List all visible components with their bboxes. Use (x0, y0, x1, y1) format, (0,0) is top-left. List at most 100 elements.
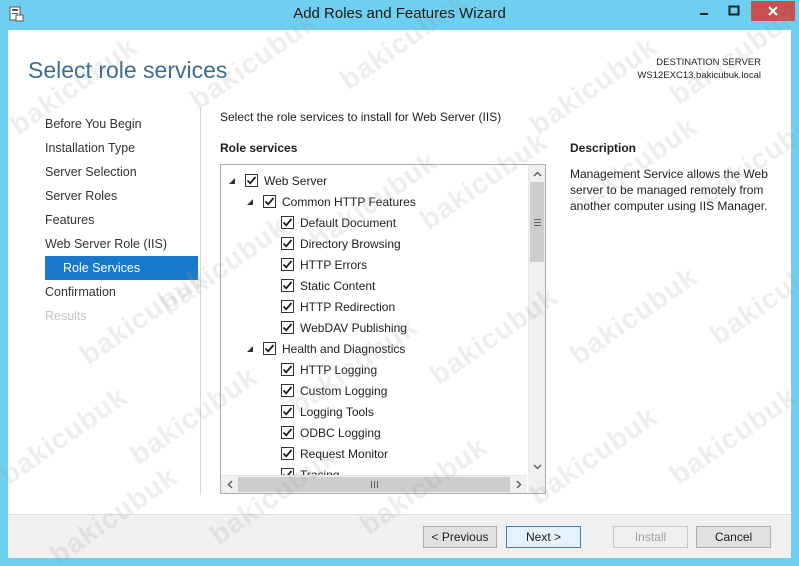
checkmark-icon (264, 344, 275, 353)
tree-item[interactable]: Static Content (281, 275, 375, 296)
checkbox[interactable] (281, 363, 294, 376)
tree-item-label: HTTP Errors (300, 257, 368, 272)
tree-item[interactable]: Directory Browsing (281, 233, 401, 254)
wizard-footer: < Previous Next > Install Cancel (8, 514, 791, 558)
role-services-tree[interactable]: Web Server Common HTTP Features Default Do… (220, 164, 546, 494)
maximize-button[interactable] (720, 1, 747, 21)
nav-item-results: Results (45, 309, 87, 323)
nav-item-server-roles[interactable]: Server Roles (45, 184, 198, 208)
vertical-scrollbar[interactable] (528, 165, 545, 475)
checkbox[interactable] (281, 405, 294, 418)
expand-collapse-icon[interactable] (227, 176, 237, 186)
tree-item-label: Custom Logging (300, 383, 388, 398)
tree-item[interactable]: HTTP Redirection (281, 296, 395, 317)
instruction-text: Select the role services to install for … (220, 110, 502, 124)
tree-item[interactable]: Health and Diagnostics (245, 338, 405, 359)
nav-item-web-server-role[interactable]: Web Server Role (IIS) (45, 232, 198, 256)
checkmark-icon (282, 281, 293, 290)
destination-server-name: WS12EXC13.bakicubuk.local (637, 70, 761, 81)
checkbox[interactable] (281, 468, 294, 475)
tree-item-label: Health and Diagnostics (282, 341, 406, 356)
wizard-window: Add Roles and Features Wizard Select rol… (0, 0, 799, 566)
page-title: Select role services (28, 57, 228, 83)
role-services-header: Role services (220, 141, 298, 155)
tree-item[interactable]: Default Document (281, 212, 396, 233)
tree-item[interactable]: ODBC Logging (281, 422, 381, 443)
nav-item-before-you-begin[interactable]: Before You Begin (45, 112, 198, 136)
checkmark-icon (282, 218, 293, 227)
checkmark-icon (282, 302, 293, 311)
wizard-client-area: Select role services DESTINATION SERVER … (8, 30, 791, 558)
chevron-left-icon (226, 480, 233, 489)
tree-item[interactable]: Logging Tools (281, 401, 374, 422)
tree-item-label: Static Content (300, 278, 376, 293)
tree-item-label: HTTP Redirection (300, 299, 396, 314)
tree-item[interactable]: Web Server (227, 170, 327, 191)
tree-item-label: Default Document (300, 215, 397, 230)
checkmark-icon (282, 365, 293, 374)
checkbox[interactable] (281, 321, 294, 334)
checkbox[interactable] (281, 426, 294, 439)
tree-item[interactable]: Custom Logging (281, 380, 387, 401)
tree-item[interactable]: HTTP Errors (281, 254, 367, 275)
checkbox[interactable] (281, 300, 294, 313)
checkmark-icon (282, 407, 293, 416)
nav-item-features[interactable]: Features (45, 208, 198, 232)
tree-item[interactable]: Common HTTP Features (245, 191, 416, 212)
maximize-icon (728, 5, 739, 16)
horizontal-scroll-thumb[interactable] (238, 477, 510, 492)
scroll-right-button[interactable] (510, 476, 527, 493)
checkbox[interactable] (263, 195, 276, 208)
checkmark-icon (282, 386, 293, 395)
checkmark-icon (264, 197, 275, 206)
destination-label: DESTINATION SERVER (656, 57, 761, 68)
checkbox[interactable] (245, 174, 258, 187)
checkbox[interactable] (281, 447, 294, 460)
nav-item-installation-type[interactable]: Installation Type (45, 136, 198, 160)
checkmark-icon (282, 428, 293, 437)
title-bar[interactable]: Add Roles and Features Wizard (0, 0, 799, 30)
grip-icon (371, 481, 378, 488)
expand-collapse-icon[interactable] (245, 344, 255, 354)
tree-item[interactable]: Request Monitor (281, 443, 388, 464)
tree-item[interactable]: HTTP Logging (281, 359, 377, 380)
checkbox[interactable] (281, 384, 294, 397)
checkbox[interactable] (281, 216, 294, 229)
previous-button[interactable]: < Previous (423, 526, 497, 548)
destination-server: DESTINATION SERVER WS12EXC13.bakicubuk.l… (637, 56, 761, 82)
wizard-nav: Before You Begin Installation Type Serve… (45, 112, 198, 328)
nav-item-server-selection[interactable]: Server Selection (45, 160, 198, 184)
tree-item-label: Common HTTP Features (282, 194, 416, 209)
chevron-up-icon (533, 170, 542, 177)
tree-item[interactable]: WebDAV Publishing (281, 317, 407, 338)
minimize-icon (699, 13, 708, 15)
close-button[interactable] (751, 1, 795, 21)
horizontal-scrollbar[interactable] (221, 475, 527, 493)
scroll-up-button[interactable] (529, 165, 545, 182)
window-title: Add Roles and Features Wizard (293, 5, 506, 22)
scroll-left-button[interactable] (221, 476, 238, 493)
tree-item[interactable]: Tracing (281, 464, 340, 475)
checkmark-icon (282, 239, 293, 248)
checkbox[interactable] (281, 237, 294, 250)
minimize-button[interactable] (690, 1, 717, 21)
checkbox[interactable] (263, 342, 276, 355)
checkmark-icon (246, 176, 257, 185)
nav-item-confirmation[interactable]: Confirmation (45, 280, 198, 304)
checkbox[interactable] (281, 258, 294, 271)
vertical-scroll-thumb[interactable] (530, 182, 544, 262)
tree-item-label: Web Server (264, 173, 328, 188)
expand-collapse-icon[interactable] (245, 197, 255, 207)
cancel-button[interactable]: Cancel (696, 526, 771, 548)
checkbox[interactable] (281, 279, 294, 292)
next-button[interactable]: Next > (506, 526, 581, 548)
tree-viewport: Web Server Common HTTP Features Default Do… (221, 165, 527, 475)
scrollbar-corner (528, 475, 545, 493)
scroll-down-button[interactable] (529, 458, 545, 475)
nav-divider (200, 108, 201, 495)
checkmark-icon (282, 323, 293, 332)
install-button: Install (613, 526, 688, 548)
tree-item-label: Directory Browsing (300, 236, 401, 251)
close-icon (768, 6, 778, 16)
nav-item-role-services[interactable]: Role Services (45, 256, 198, 280)
